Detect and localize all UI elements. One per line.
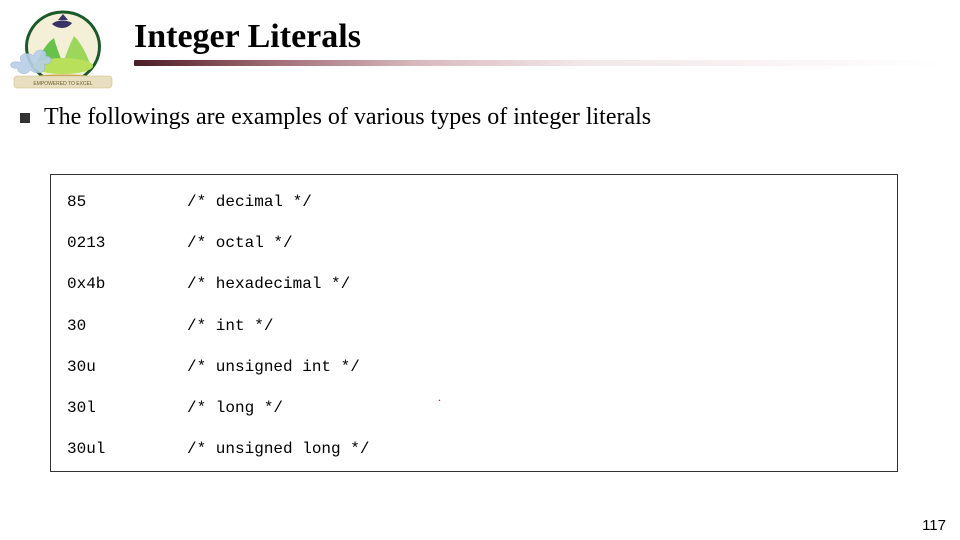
code-literal: 30u [67,358,187,377]
code-literal: 0x4b [67,275,187,294]
code-comment: /* int */ [187,317,273,336]
code-comment: /* hexadecimal */ [187,275,350,294]
title-underline [134,60,942,66]
code-comment: /* octal */ [187,234,293,253]
code-literal: 30l [67,399,187,418]
university-logo: EMPOWERED TO EXCEL [8,6,118,96]
code-literal: 0213 [67,234,187,253]
code-line: 30 /* int */ [67,317,881,336]
code-line: 0213 /* octal */ [67,234,881,253]
stray-mark: . [438,390,441,405]
code-comment: /* decimal */ [187,193,312,212]
slide-title: Integer Literals [134,18,940,56]
code-comment: /* unsigned long */ [187,440,369,459]
code-line: 30u /* unsigned int */ [67,358,881,377]
code-literal: 30ul [67,440,187,459]
bullet-text: The followings are examples of various t… [44,104,651,131]
bullet-item: The followings are examples of various t… [20,104,930,131]
code-line: 30ul /* unsigned long */ [67,440,881,459]
page-number: 117 [922,517,946,534]
code-comment: /* long */ [187,399,283,418]
code-literal: 85 [67,193,187,212]
code-literal: 30 [67,317,187,336]
code-comment: /* unsigned int */ [187,358,360,377]
code-line: 0x4b /* hexadecimal */ [67,275,881,294]
code-line: 30l /* long */ [67,399,881,418]
logo-banner-text: EMPOWERED TO EXCEL [33,81,92,87]
code-line: 85 /* decimal */ [67,193,881,212]
bullet-marker [20,113,30,123]
code-example-box: 85 /* decimal */ 0213 /* octal */ 0x4b /… [50,174,898,472]
